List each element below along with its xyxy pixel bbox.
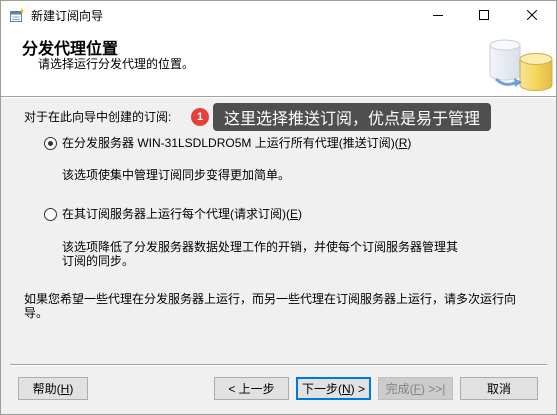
- radio-button[interactable]: [44, 137, 57, 150]
- minimize-button[interactable]: [415, 1, 461, 31]
- close-button[interactable]: [507, 1, 556, 31]
- window-title: 新建订阅向导: [31, 9, 104, 23]
- next-button-label: 下一步(N) >: [301, 382, 365, 396]
- radio-push-subscription[interactable]: 在分发服务器 WIN-31LSDLDRO5M 上运行所有代理(推送订阅)(R): [41, 136, 441, 152]
- next-button[interactable]: 下一步(N) >: [296, 377, 371, 400]
- back-button[interactable]: < 上一步: [214, 377, 289, 400]
- radio-pull-subscription[interactable]: 在其订阅服务器上运行每个代理(请求订阅)(E): [41, 207, 441, 223]
- annotation-tooltip-text: 这里选择推送订阅，优点是易于管理: [223, 111, 480, 128]
- title-bar[interactable]: 新建订阅向导: [1, 1, 556, 31]
- cancel-button[interactable]: 取消: [460, 377, 538, 400]
- pull-subscription-description: 该选项降低了分发服务器数据处理工作的开销，并使每个订阅服务器管理其 订阅的同步。: [62, 240, 458, 268]
- radio-pull-subscription-label[interactable]: 在其订阅服务器上运行每个代理(请求订阅)(E): [62, 207, 302, 221]
- finish-button-label: 完成(F) >>|: [385, 382, 446, 396]
- finish-button[interactable]: 完成(F) >>|: [378, 377, 453, 400]
- help-button-label: 帮助(H): [32, 382, 74, 396]
- radio-button[interactable]: [44, 208, 57, 221]
- subscription-prompt-label: 对于在此向导中创建的订阅:: [24, 110, 172, 124]
- annotation-tooltip: 这里选择推送订阅，优点是易于管理: [213, 103, 491, 131]
- maximize-icon: [479, 9, 489, 23]
- description-line: 该选项降低了分发服务器数据处理工作的开销，并使每个订阅服务器管理其: [62, 240, 459, 254]
- note-line: 导。: [24, 306, 49, 320]
- cancel-button-label: 取消: [486, 382, 511, 396]
- radio-push-subscription-label[interactable]: 在分发服务器 WIN-31LSDLDRO5M 上运行所有代理(推送订阅)(R): [62, 136, 411, 150]
- minimize-icon: [433, 9, 443, 23]
- annotation-badge: 1: [191, 108, 209, 126]
- maximize-button[interactable]: [461, 1, 507, 31]
- description-line: 该选项使集中管理订阅同步变得更加简单。: [62, 168, 291, 182]
- back-button-label: < 上一步: [228, 382, 275, 396]
- close-icon: [526, 9, 537, 23]
- database-agent-icon: [484, 35, 554, 95]
- page-subtitle: 请选择运行分发代理的位置。: [38, 57, 195, 71]
- description-line: 订阅的同步。: [62, 254, 135, 268]
- help-button[interactable]: 帮助(H): [18, 377, 88, 400]
- wizard-icon: [9, 8, 25, 24]
- push-subscription-description: 该选项使集中管理订阅同步变得更加简单。: [62, 168, 290, 182]
- footer-separator: [10, 364, 547, 366]
- new-subscription-wizard-window: 新建订阅向导 分发代理位置 请选择运行分发代理的位置。 对于在此向导中创建的订阅…: [0, 0, 557, 415]
- note-line: 如果您希望一些代理在分发服务器上运行，而另一些代理在订阅服务器上运行，请多次运行…: [24, 292, 517, 306]
- wizard-header: 分发代理位置 请选择运行分发代理的位置。: [1, 31, 556, 97]
- multiple-run-note: 如果您希望一些代理在分发服务器上运行，而另一些代理在订阅服务器上运行，请多次运行…: [24, 292, 516, 320]
